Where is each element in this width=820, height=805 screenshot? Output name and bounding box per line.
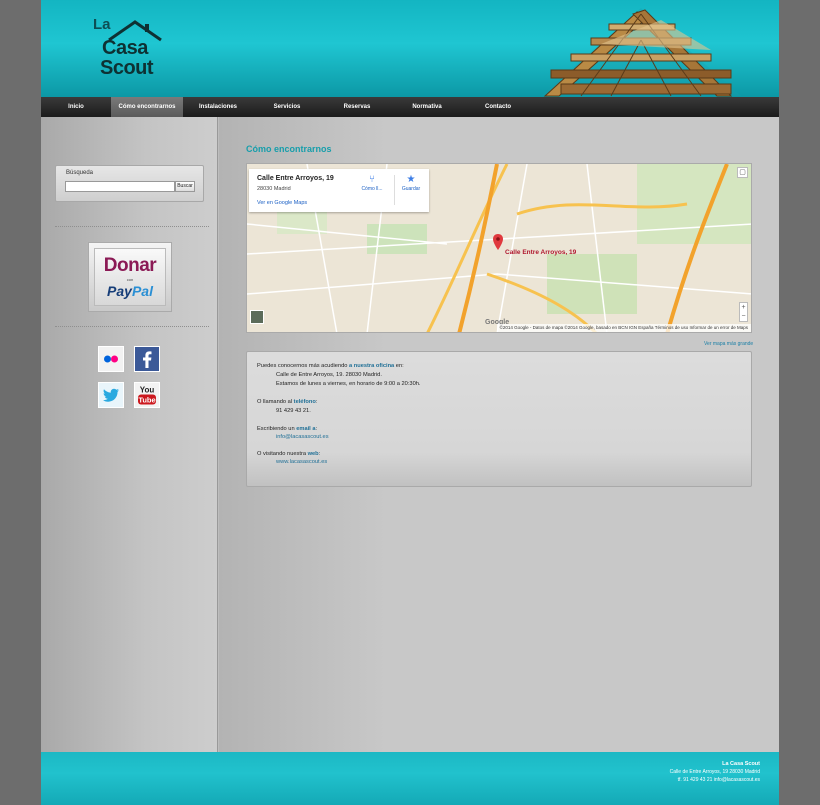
divider	[55, 326, 209, 327]
donate-con-text: con	[126, 277, 134, 282]
svg-text:You: You	[140, 386, 155, 395]
directions-button[interactable]: ⑂ Cómo ll...	[357, 174, 387, 192]
map-fullscreen-icon[interactable]: ▢	[737, 167, 748, 178]
phone-highlight: teléfono	[293, 399, 316, 405]
web-line: O visitando nuestra web:	[257, 451, 320, 457]
nav-item-contacto[interactable]: Contacto	[475, 97, 521, 117]
donate-paypal-button[interactable]: Donar con PayPal	[88, 242, 172, 312]
phone-line: O llamando al teléfono:	[257, 399, 317, 405]
search-input[interactable]	[65, 181, 175, 192]
page-title: Cómo encontrarnos	[246, 144, 332, 154]
sidebar: Búsqueda Buscar Donar con PayPal You Tub…	[41, 117, 218, 752]
email-link[interactable]: info@lacasascout.es	[276, 434, 329, 440]
nav-item-servicios[interactable]: Servicios	[263, 97, 311, 117]
web-suffix: :	[318, 451, 321, 457]
svg-text:Tube: Tube	[138, 396, 155, 405]
search-label: Búsqueda	[66, 170, 94, 176]
web-text: O visitando nuestra	[257, 451, 308, 457]
header: La Casa Scout	[41, 0, 779, 97]
directions-icon: ⑂	[369, 174, 375, 185]
map-pin-icon[interactable]	[493, 234, 503, 250]
email-line: Escribiendo un email a:	[257, 426, 317, 432]
email-highlight: email a	[296, 426, 316, 432]
intro-text: Puedes conocernos más acudiendo	[257, 363, 350, 369]
nav-item-reservas[interactable]: Reservas	[333, 97, 381, 117]
larger-map-link[interactable]: Ver mapa más grande	[704, 341, 753, 347]
flickr-icon[interactable]	[98, 346, 124, 372]
map-satellite-toggle[interactable]	[250, 310, 264, 324]
logo-text-scout: Scout	[100, 57, 154, 79]
email-text: Escribiendo un	[257, 426, 297, 432]
intro-highlight: a nuestra oficina	[349, 363, 395, 369]
divider	[55, 226, 209, 227]
web-link[interactable]: www.lacasascout.es	[276, 459, 327, 465]
footer-name: La Casa Scout	[722, 761, 760, 767]
phone-number: 91 429 43 21.	[276, 408, 311, 414]
site-logo[interactable]: La Casa Scout	[93, 16, 163, 82]
search-button[interactable]: Buscar	[175, 181, 195, 192]
map-info-card: Calle Entre Arroyos, 19 28030 Madrid Ver…	[249, 169, 429, 212]
facebook-icon[interactable]	[134, 346, 160, 372]
office-hours: Estamos de lunes a viernes, en horario d…	[276, 381, 421, 387]
map-card-city: 28030 Madrid	[257, 186, 291, 192]
footer-address: Calle de Entre Arroyos, 19 28030 Madrid	[669, 769, 760, 775]
save-label: Guardar	[401, 186, 421, 192]
page-wrapper: La Casa Scout Inicio Cómo encontrarnos I…	[41, 0, 779, 805]
paypal-pal-text: Pal	[131, 283, 153, 299]
footer-contact: tf. 91 429 43 21 info@lacasascout.es	[677, 777, 760, 783]
nav-item-como-encontrarnos[interactable]: Cómo encontrarnos	[111, 97, 183, 117]
view-in-google-maps-link[interactable]: Ver en Google Maps	[257, 200, 307, 206]
office-address: Calle de Entre Arroyos, 19. 28030 Madrid…	[276, 372, 382, 378]
save-button[interactable]: ★ Guardar	[396, 174, 426, 192]
map-card-address: Calle Entre Arroyos, 19	[257, 175, 334, 182]
paypal-logo: PayPal	[95, 283, 165, 299]
map-zoom-control[interactable]: + −	[739, 302, 748, 322]
map-pin-label: Calle Entre Arroyos, 19	[505, 249, 577, 256]
twitter-icon[interactable]	[98, 382, 124, 408]
footer: La Casa Scout Calle de Entre Arroyos, 19…	[41, 752, 779, 805]
divider	[394, 175, 395, 205]
nav-item-inicio[interactable]: Inicio	[55, 97, 97, 117]
main-content: Cómo encontrarnos Calle Entre Arroyos, 1…	[219, 117, 779, 752]
main-nav: Inicio Cómo encontrarnos Instalaciones S…	[41, 97, 779, 117]
nav-item-normativa[interactable]: Normativa	[403, 97, 451, 117]
intro-line: Puedes conocernos más acudiendo a nuestr…	[257, 363, 404, 369]
contact-info-box: Puedes conocernos más acudiendo a nuestr…	[246, 351, 752, 487]
donate-text: Donar	[103, 255, 157, 276]
phone-suffix: :	[315, 399, 318, 405]
youtube-icon[interactable]: You Tube	[134, 382, 160, 408]
logo-text-la: La	[93, 16, 111, 33]
intro-suffix: en:	[394, 363, 404, 369]
nav-item-instalaciones[interactable]: Instalaciones	[191, 97, 245, 117]
web-highlight: web	[307, 451, 319, 457]
phone-text: O llamando al	[257, 399, 294, 405]
map-attribution[interactable]: ©2014 Google - Datos de mapa ©2014 Googl…	[496, 324, 751, 332]
paypal-pay-text: Pay	[107, 283, 132, 299]
wooden-roof-image	[541, 8, 741, 97]
google-map[interactable]: Calle Entre Arroyos, 19 28030 Madrid Ver…	[246, 163, 752, 333]
search-widget: Búsqueda Buscar	[55, 165, 204, 202]
email-suffix: :	[315, 426, 318, 432]
directions-label: Cómo ll...	[361, 186, 383, 192]
donate-badge: Donar con PayPal	[94, 248, 166, 306]
star-icon: ★	[406, 174, 416, 185]
